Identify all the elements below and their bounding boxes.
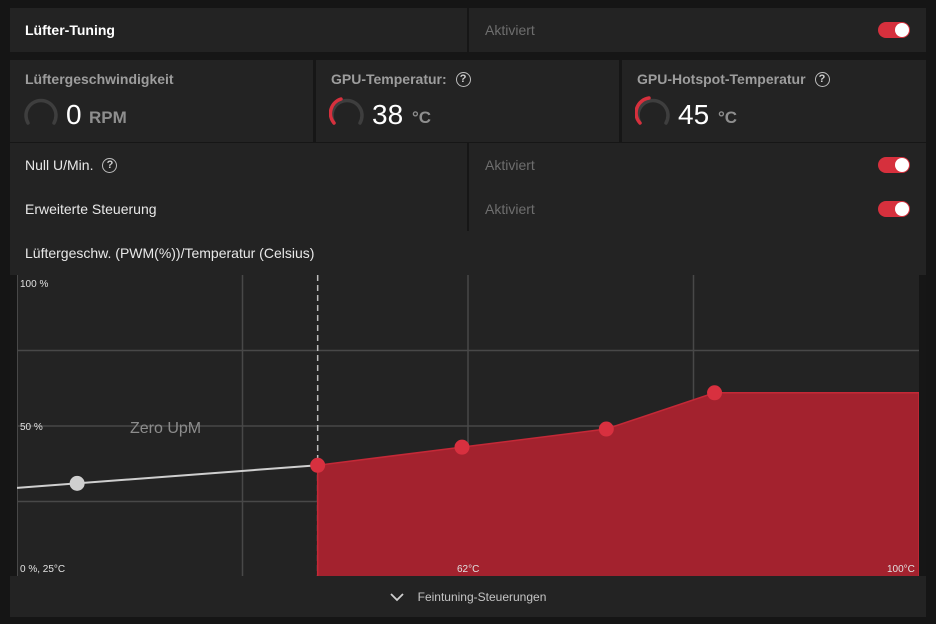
zero-rpm-point-handle[interactable]: [69, 475, 85, 491]
advanced-status-cell: Aktiviert: [469, 187, 926, 231]
gpu-temp-metric: GPU-Temperatur: ? 38 °C: [316, 60, 619, 142]
chevron-down-icon: [389, 592, 404, 601]
advanced-toggle[interactable]: [878, 201, 910, 217]
fan-curve-chart: 100 % 50 % 0 %, 25°C 62°C 100°C Zero UpM: [16, 275, 920, 578]
fan-tuning-title-cell: Lüfter-Tuning: [10, 8, 467, 52]
curve-point-handle[interactable]: [454, 439, 470, 455]
fan-speed-metric: Lüftergeschwindigkeit 0 RPM: [10, 60, 313, 142]
advanced-status: Aktiviert: [485, 201, 535, 217]
fan-tuning-panel: Lüfter-Tuning Aktiviert Lüftergeschwindi…: [10, 8, 926, 617]
gpu-temp-value: 38: [372, 99, 404, 130]
curve-area: [316, 392, 920, 578]
advanced-label: Erweiterte Steuerung: [25, 201, 157, 217]
y-tick-100: 100 %: [20, 279, 48, 290]
x-tick-100: 100°C: [887, 564, 915, 575]
hotspot-temp-gauge-icon: [635, 96, 670, 125]
fan-tuning-status: Aktiviert: [485, 22, 535, 38]
zero-rpm-label-cell: Null U/Min. ?: [10, 143, 467, 187]
curve-header-row: Lüftergeschw. (PWM(%))/Temperatur (Celsi…: [10, 231, 926, 275]
gpu-temp-unit: °C: [412, 108, 432, 127]
curve-header-cell: Lüftergeschw. (PWM(%))/Temperatur (Celsi…: [10, 231, 926, 275]
y-tick-50: 50 %: [20, 422, 43, 433]
fan-curve-svg: 100 % 50 % 0 %, 25°C 62°C 100°C Zero UpM: [16, 275, 920, 578]
gpu-temp-label: GPU-Temperatur:: [331, 71, 447, 87]
metrics-row: Lüftergeschwindigkeit 0 RPM GPU-Temperat…: [10, 60, 926, 142]
help-circle-icon[interactable]: ?: [455, 71, 471, 87]
fan-tuning-status-cell: Aktiviert: [469, 8, 926, 52]
fan-tuning-row: Lüfter-Tuning Aktiviert: [10, 8, 926, 52]
fan-speed-gauge-icon: [24, 98, 58, 125]
fan-speed-label: Lüftergeschwindigkeit: [25, 71, 174, 87]
fine-tuning-controls-button[interactable]: Feintuning-Steuerungen: [10, 576, 926, 617]
help-circle-icon[interactable]: ?: [102, 157, 118, 173]
zero-rpm-line: [16, 464, 318, 489]
gpu-temp-gauge-icon: [329, 97, 364, 125]
curve-point-handle[interactable]: [310, 457, 326, 473]
curve-point-handle[interactable]: [707, 385, 723, 401]
fan-speed-value: 0: [66, 99, 82, 130]
help-circle-icon[interactable]: ?: [814, 71, 830, 87]
gpu-temp-label-wrap: GPU-Temperatur: ?: [331, 71, 471, 87]
zero-rpm-toggle[interactable]: [878, 157, 910, 173]
zero-rpm-label: Null U/Min.: [25, 157, 94, 173]
hotspot-temp-label-wrap: GPU-Hotspot-Temperatur ?: [637, 71, 830, 87]
origin-tick: 0 %, 25°C: [20, 564, 65, 575]
fine-tuning-label: Feintuning-Steuerungen: [417, 589, 547, 604]
hotspot-temp-value: 45: [678, 99, 710, 130]
zero-rpm-row: Null U/Min. ? Aktiviert: [10, 143, 926, 187]
fan-speed-unit: RPM: [89, 108, 127, 127]
advanced-control-row: Erweiterte Steuerung Aktiviert: [10, 187, 926, 231]
fan-tuning-toggle[interactable]: [878, 22, 910, 38]
x-tick-62: 62°C: [457, 564, 479, 575]
hotspot-temp-metric: GPU-Hotspot-Temperatur ? 45 °C: [622, 60, 926, 142]
hotspot-temp-label: GPU-Hotspot-Temperatur: [637, 71, 806, 87]
curve-header-label: Lüftergeschw. (PWM(%))/Temperatur (Celsi…: [25, 245, 315, 261]
zero-rpm-status-cell: Aktiviert: [469, 143, 926, 187]
zero-rpm-chart-label: Zero UpM: [130, 420, 201, 437]
zero-rpm-status: Aktiviert: [485, 157, 535, 173]
fan-tuning-title: Lüfter-Tuning: [25, 22, 115, 38]
advanced-label-cell: Erweiterte Steuerung: [10, 187, 467, 231]
hotspot-temp-unit: °C: [718, 108, 738, 127]
curve-point-handle[interactable]: [598, 421, 614, 437]
